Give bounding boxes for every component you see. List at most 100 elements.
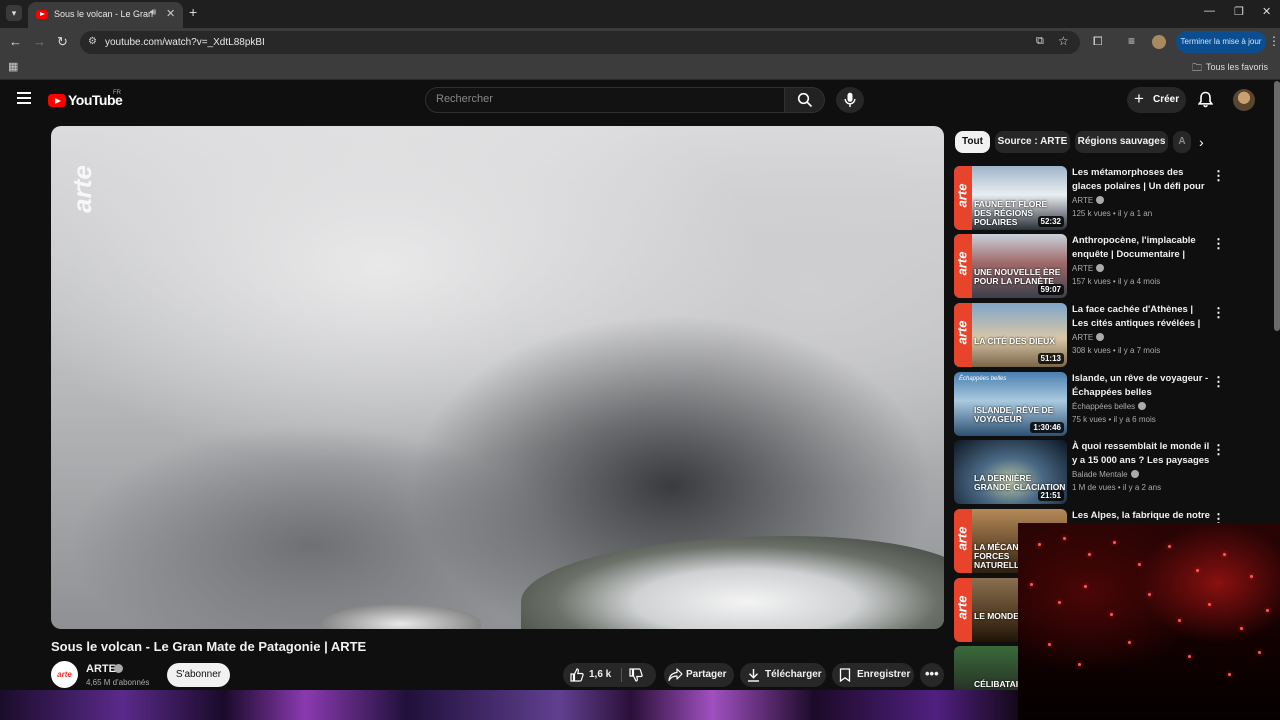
fairy-light [1084,585,1087,588]
share-button[interactable]: Partager [664,663,734,687]
recommendation-channel[interactable]: Échappées belles [1072,402,1147,411]
recommendation-title[interactable]: La face cachée d'Athènes | Les cités ant… [1072,303,1210,330]
user-avatar[interactable] [1233,89,1255,111]
back-icon[interactable]: ← [9,34,22,49]
more-actions-button[interactable]: ••• [920,663,944,687]
search-input[interactable] [436,93,766,105]
fairy-light [1110,613,1113,616]
save-playlist-icon [839,668,851,682]
install-app-icon[interactable]: ⧉ [1036,35,1044,48]
channel-name[interactable]: ARTE [86,663,116,675]
voice-search-button[interactable] [836,87,864,113]
recommendation-channel[interactable]: Balade Mentale [1072,470,1139,479]
recommendation-title[interactable]: Les Alpes, la fabrique de notre [1072,509,1210,523]
new-tab-icon[interactable]: + [189,4,197,20]
dislike-button[interactable] [621,663,656,687]
apps-grid-icon[interactable]: ▦ [8,60,18,73]
page-scrollbar[interactable] [1274,81,1280,331]
video-thumbnail[interactable]: arte Une nouvelle ère pour la planète 59… [954,234,1067,298]
recommendation-item[interactable]: arte La cité des dieux 51:13 La face cac… [954,303,1225,367]
fairy-light [1058,601,1061,604]
chip-more[interactable]: A [1173,131,1191,153]
youtube-header: YouTube FR + Créer [0,81,1280,119]
chevron-right-icon[interactable]: › [1199,134,1204,150]
minimize-icon[interactable]: — [1204,5,1215,17]
tab-close-icon[interactable]: ✕ [166,7,175,20]
fairy-light [1258,651,1261,654]
close-window-icon[interactable]: ✕ [1262,5,1271,18]
verified-icon [1130,470,1139,478]
search-box[interactable] [425,87,785,113]
like-dislike-group: 1,6 k [563,663,656,687]
recommendation-meta: 75 k vues • il y a 6 mois [1072,415,1156,424]
recommendation-meta: 157 k vues • il y a 4 mois [1072,277,1161,286]
recommendation-title[interactable]: À quoi ressemblait le monde il y a 15 00… [1072,440,1210,467]
fairy-light [1038,543,1041,546]
more-options-icon[interactable]: ⋮ [1212,168,1225,184]
search-button[interactable] [784,87,825,113]
more-options-icon[interactable]: ⋮ [1212,374,1225,390]
fairy-light [1128,641,1131,644]
fairy-light [1188,655,1191,658]
forward-icon[interactable]: → [33,34,46,49]
subscribe-button[interactable]: S'abonner [167,663,230,687]
more-options-icon[interactable]: ⋮ [1212,305,1225,321]
chip-source-arte[interactable]: Source : ARTE [995,131,1070,153]
download-button[interactable]: Télécharger [740,663,826,687]
fairy-light [1240,627,1243,630]
like-button[interactable]: 1,6 k [563,663,621,687]
menu-icon[interactable] [17,92,31,104]
recommendation-channel[interactable]: ARTE [1072,264,1105,273]
verified-icon [1096,196,1105,204]
recommendation-title[interactable]: Islande, un rêve de voyageur - Échappées… [1072,372,1210,399]
browser-profile-avatar[interactable] [1152,35,1166,49]
bookmark-star-icon[interactable]: ☆ [1058,34,1069,48]
video-thumbnail[interactable]: Échappées belles Islande, rêve de voyage… [954,372,1067,436]
recommendation-channel[interactable]: ARTE [1072,196,1105,205]
maximize-icon[interactable]: ❐ [1234,5,1244,18]
video-player[interactable]: arte [51,126,944,629]
tab-search-icon[interactable]: ▾ [6,5,22,21]
channel-avatar[interactable]: arte [51,661,78,688]
recommendation-title[interactable]: Les métamorphoses des glaces polaires | … [1072,166,1210,193]
video-thumbnail[interactable]: La dernière grande glaciation 21:51 [954,440,1067,504]
reading-list-icon[interactable]: ≡ [1128,34,1135,48]
address-bar[interactable]: ⚙ youtube.com/watch?v=_XdtL88pkBI ⧉ ☆ [80,31,1080,54]
more-options-icon[interactable]: ⋮ [1212,442,1225,458]
fairy-light [1088,553,1091,556]
recommendation-title[interactable]: Anthropocène, l'implacable enquête | Doc… [1072,234,1210,261]
recommendation-channel[interactable]: ARTE [1072,333,1105,342]
video-thumbnail[interactable]: arte La cité des dieux 51:13 [954,303,1067,367]
fairy-light [1266,609,1269,612]
extensions-icon[interactable]: ⧠ [1093,34,1103,49]
browser-menu-icon[interactable]: ⋮ [1268,34,1280,48]
arte-brand-strip: arte [954,234,972,298]
update-button[interactable]: Terminer la mise à jour [1176,31,1266,53]
recommendation-item[interactable]: arte Une nouvelle ère pour la planète 59… [954,234,1225,298]
create-button[interactable]: + Créer [1127,87,1186,113]
url-text[interactable]: youtube.com/watch?v=_XdtL88pkBI [105,37,265,48]
fairy-light [1030,583,1033,586]
site-info-icon[interactable]: ⚙ [88,36,97,47]
more-icon: ••• [925,666,939,681]
search-icon [797,92,812,108]
verified-icon [1096,333,1105,341]
recommendation-item[interactable]: Échappées belles Islande, rêve de voyage… [954,372,1225,436]
fairy-light [1223,553,1226,556]
fairy-light [1148,593,1151,596]
more-options-icon[interactable]: ⋮ [1212,236,1225,252]
chip-tout[interactable]: Tout [955,131,990,153]
video-thumbnail[interactable]: arte Faune et flore des régions polaires… [954,166,1067,230]
recommendation-item[interactable]: arte Faune et flore des régions polaires… [954,166,1225,230]
reload-icon[interactable]: ↻ [57,34,68,50]
recommendation-item[interactable]: La dernière grande glaciation 21:51 À qu… [954,440,1225,504]
duration-badge: 21:51 [1037,490,1064,501]
browser-tab-active[interactable]: Sous le volcan - Le Gran Mate de Patagon… [28,2,183,28]
save-button[interactable]: Enregistrer [832,663,914,687]
thumbnail-caption: La cité des dieux [974,336,1055,346]
notifications-bell-icon[interactable] [1198,91,1213,108]
all-bookmarks-link[interactable]: Tous les favoris [1206,62,1268,72]
tab-audio-icon[interactable]: 🔊︎ [150,7,156,18]
chip-regions-sauvages[interactable]: Régions sauvages [1075,131,1168,153]
thumbs-down-icon [629,668,643,682]
